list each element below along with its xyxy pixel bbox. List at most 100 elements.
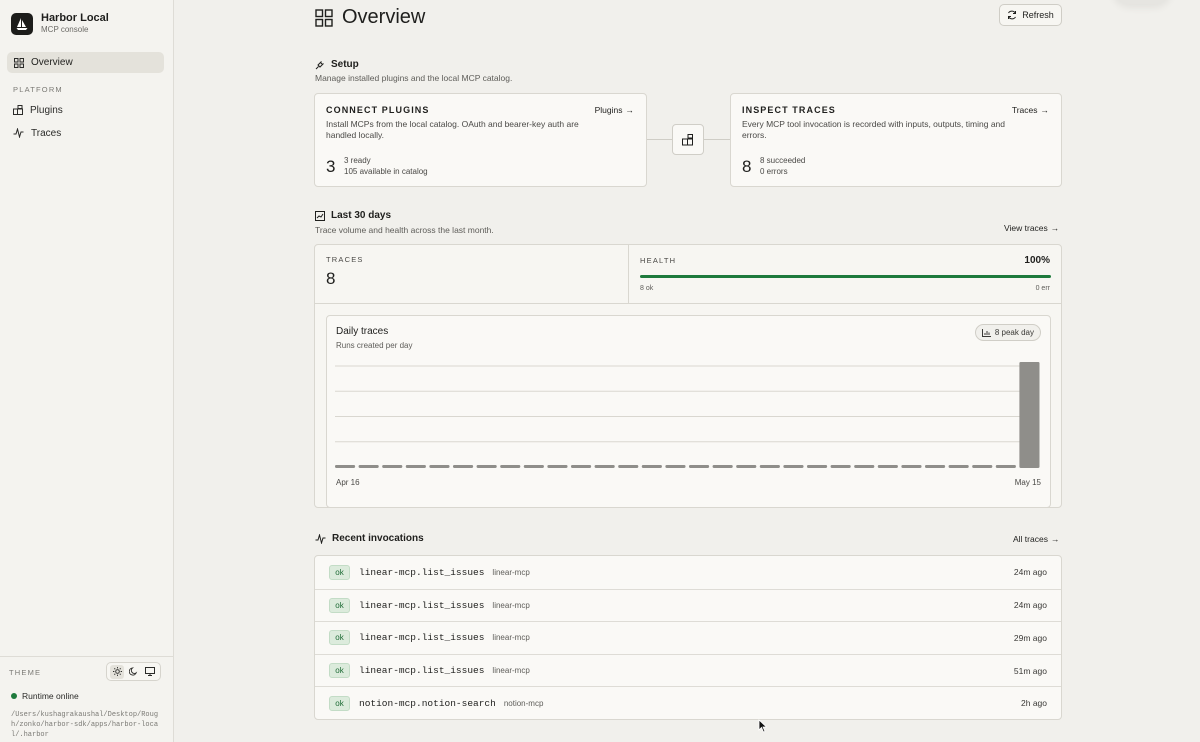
page-title: Overview [315,6,425,29]
plugin-count: 3 [326,157,336,176]
list-item[interactable]: ok linear-mcp.list_issues linear-mcp 24m… [315,588,1061,622]
plugins-link[interactable]: Plugins → [595,105,634,115]
chart-bar[interactable] [547,465,568,468]
chart-bar[interactable] [1019,362,1040,468]
ready-count: 3 ready [344,156,371,165]
card-title: INSPECT TRACES [742,105,836,115]
monitor-icon[interactable] [143,665,157,679]
trace-stats: 8 succeeded 0 errors [760,155,805,177]
runtime-status-label: Runtime online [22,691,79,701]
tool-name: linear-mcp.list_issues [359,599,485,611]
card-description: Every MCP tool invocation is recorded wi… [742,119,1006,140]
chart-bar[interactable] [571,465,592,468]
all-traces-link[interactable]: All traces → [1013,534,1059,544]
activity-icon [13,128,24,138]
app-subtitle: MCP console [41,25,89,34]
link-label: All traces [1013,534,1048,544]
error-count: 0 errors [760,167,788,176]
arrow-right-icon: → [1040,105,1050,115]
tool-name: linear-mcp.list_issues [359,632,485,644]
sidebar-item-label: Traces [31,127,62,139]
chart-bar[interactable] [736,465,757,468]
sailboat-logo-icon [11,12,33,35]
sidebar-item-plugins[interactable]: Plugins [7,100,164,120]
chart-bar[interactable] [665,465,686,468]
connect-plugins-card: CONNECT PLUGINS Plugins → Install MCPs f… [314,93,647,187]
chart-bar[interactable] [783,465,804,468]
chart-bar[interactable] [358,465,379,468]
window-control [1112,0,1172,4]
tool-name: linear-mcp.list_issues [359,566,485,578]
grid-icon [14,57,24,68]
chart-bar[interactable] [618,465,639,468]
chart-bar[interactable] [641,465,662,468]
chart-bar[interactable] [854,465,875,468]
grid-icon [315,8,333,27]
nav-section-label: PLATFORM [13,85,63,94]
brand[interactable]: Harbor Local MCP console [11,12,109,35]
theme-section [0,656,174,657]
chart-bar[interactable] [712,465,733,468]
sidebar-item-traces[interactable]: Traces [7,123,164,143]
sidebar: Harbor Local MCP console Overview PLATFO… [0,0,174,742]
chart-bar[interactable] [830,465,851,468]
chart-bar[interactable] [995,465,1016,468]
succeeded-count: 8 succeeded [760,156,806,165]
list-item[interactable]: ok notion-mcp.notion-search notion-mcp 2… [315,686,1061,719]
chart-subtitle: Runs created per day [336,341,413,350]
tool-name: linear-mcp.list_issues [359,665,485,677]
traces-link[interactable]: Traces → [1012,105,1049,115]
runtime-status: Runtime online [11,691,79,701]
invocations-list: ok linear-mcp.list_issues linear-mcp 24m… [314,555,1062,720]
status-dot-icon [11,693,17,699]
server-name: linear-mcp [492,666,530,676]
list-item[interactable]: ok linear-mcp.list_issues linear-mcp 24m… [315,556,1061,589]
card-title: CONNECT PLUGINS [326,105,430,115]
chart-bar[interactable] [807,465,828,468]
refresh-button[interactable]: Refresh [999,4,1062,26]
chart-bar[interactable] [901,465,922,468]
recent-heading: Recent invocations [315,533,424,544]
health-value: 100% [1024,255,1050,266]
sun-icon[interactable] [110,664,125,679]
chart-bar[interactable] [972,465,993,468]
traces-label: TRACES [326,255,364,264]
chart-bar[interactable] [594,465,615,468]
harbor-path: /Users/kushagrakaushal/Desktop/Rough/zon… [11,711,159,739]
chart-bar[interactable] [382,465,403,468]
sidebar-item-overview[interactable]: Overview [7,52,164,73]
chart-bar[interactable] [405,465,426,468]
timestamp: 29m ago [1013,632,1047,643]
catalog-count: 105 available in catalog [344,167,428,176]
setup-heading: Setup [315,59,359,70]
moon-icon[interactable] [126,665,140,679]
theme-label: THEME [9,668,42,677]
arrow-right-icon: → [1050,223,1060,233]
chart-bar[interactable] [877,465,898,468]
chart-bar[interactable] [335,465,356,468]
chart-bar[interactable] [523,465,544,468]
timestamp: 2h ago [1021,698,1047,709]
tool-name: notion-mcp.notion-search [359,697,496,709]
chart-bar[interactable] [925,465,946,468]
app-name: Harbor Local [41,12,109,24]
chart-bar[interactable] [500,465,521,468]
chart-plot [335,362,1040,468]
chart-bar[interactable] [476,465,497,468]
chart-bar[interactable] [948,465,969,468]
list-item[interactable]: ok linear-mcp.list_issues linear-mcp 29m… [315,621,1061,654]
theme-toggle[interactable] [106,662,161,681]
link-label: Traces [1011,105,1038,115]
list-item[interactable]: ok linear-mcp.list_issues linear-mcp 51m… [315,653,1061,687]
last30-title: Last 30 days [331,210,392,221]
bar-chart-icon [981,328,991,337]
chart-bar[interactable] [453,465,474,468]
daily-traces-chart: Daily traces Runs created per day 8 peak… [326,315,1051,508]
chart-bar[interactable] [429,465,450,468]
server-name: linear-mcp [492,600,530,610]
last30-subtitle: Trace volume and health across the last … [315,225,494,235]
view-traces-link[interactable]: View traces → [1004,223,1059,233]
chart-bar[interactable] [689,465,710,468]
chart-bar[interactable] [759,465,780,468]
sidebar-item-label: Plugins [30,104,63,116]
